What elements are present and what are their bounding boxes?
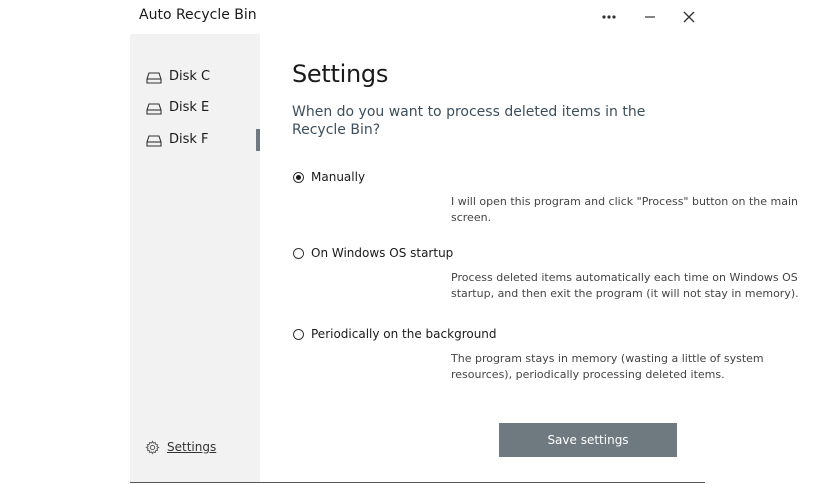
option-description: I will open this program and click "Proc… [451,195,798,224]
title-bar: Auto Recycle Bin [130,0,705,34]
sidebar-item-label: Disk E [169,100,210,115]
app-title: Auto Recycle Bin [139,7,257,23]
option-label: Periodically on the background [311,327,497,341]
more-icon [602,15,616,19]
minimize-button[interactable] [637,6,663,28]
radio-windows-startup[interactable] [293,248,304,259]
settings-link-label: Settings [167,440,217,454]
drive-icon [146,103,162,115]
page-title: Settings [292,60,389,88]
option-label: On Windows OS startup [311,246,454,260]
sidebar-item-disk-f[interactable]: Disk F [130,129,260,153]
settings-question: When do you want to process deleted item… [292,104,646,138]
sidebar: Disk C Disk E Disk F Settings [130,34,260,482]
option-description: The program stays in memory (wasting a l… [451,352,764,381]
settings-link[interactable]: Settings [145,438,216,456]
minimize-icon [645,16,655,18]
app-window: Auto Recycle Bin Disk C Disk E Disk F Se… [130,0,799,484]
gear-icon [145,439,160,455]
sidebar-item-disk-e[interactable]: Disk E [130,97,260,121]
radio-periodically[interactable] [293,329,304,340]
drive-icon [146,72,162,84]
settings-panel: Settings When do you want to process del… [260,34,799,482]
close-icon [683,11,695,23]
sidebar-item-label: Disk C [169,69,211,84]
option-label: Manually [311,170,366,184]
window-bottom-border [130,482,705,483]
option-description: Process deleted items automatically each… [451,271,799,300]
close-button[interactable] [676,6,702,28]
radio-manually[interactable] [293,172,304,183]
sidebar-item-label: Disk F [169,132,209,147]
save-settings-button[interactable]: Save settings [499,423,677,457]
more-options-button[interactable] [596,6,622,28]
drive-icon [146,135,162,147]
sidebar-item-disk-c[interactable]: Disk C [130,66,260,90]
